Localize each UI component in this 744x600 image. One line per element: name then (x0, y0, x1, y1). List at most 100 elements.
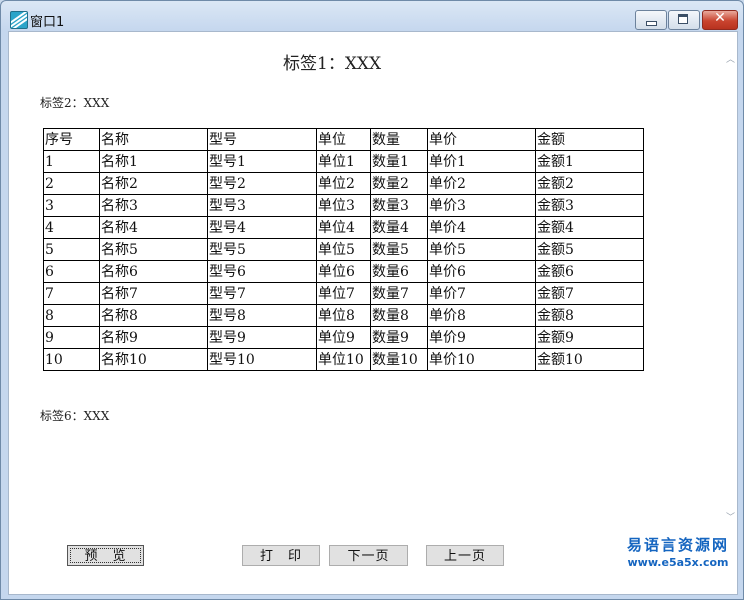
site-watermark: 易语言资源网 www.e5a5x.com (623, 534, 733, 569)
table-cell: 单位8 (316, 304, 371, 327)
table-cell: 7 (43, 282, 100, 305)
table-cell: 名称3 (99, 194, 208, 217)
vertical-scrollbar[interactable]: ︿ ﹀ (723, 48, 737, 528)
table-cell: 数量2 (370, 172, 428, 195)
table-cell: 单位10 (316, 348, 371, 371)
column-header: 单位 (316, 128, 371, 151)
table-cell: 金额4 (535, 216, 644, 239)
table-cell: 金额6 (535, 260, 644, 283)
table-cell: 数量7 (370, 282, 428, 305)
table-cell: 型号6 (207, 260, 317, 283)
table-cell: 名称1 (99, 150, 208, 173)
app-icon (10, 11, 28, 29)
table-row: 4 名称4 型号4 单位4 数量4 单价4 金额4 (43, 216, 644, 239)
table-cell: 单位2 (316, 172, 371, 195)
column-header: 型号 (207, 128, 317, 151)
table-cell: 名称7 (99, 282, 208, 305)
table-cell: 5 (43, 238, 100, 261)
table-cell: 数量5 (370, 238, 428, 261)
table-cell: 单位7 (316, 282, 371, 305)
scroll-down-icon[interactable]: ﹀ (726, 510, 735, 523)
table-cell: 单位3 (316, 194, 371, 217)
table-cell: 型号4 (207, 216, 317, 239)
table-cell: 单价8 (427, 304, 536, 327)
title-bar[interactable]: 窗口1 ✕ (1, 1, 743, 31)
table-cell: 数量3 (370, 194, 428, 217)
table-cell: 金额5 (535, 238, 644, 261)
table-cell: 单价4 (427, 216, 536, 239)
table-cell: 单价10 (427, 348, 536, 371)
maximize-button[interactable] (668, 10, 700, 30)
column-header: 数量 (370, 128, 428, 151)
scroll-up-icon[interactable]: ︿ (726, 52, 735, 65)
table-cell: 单价7 (427, 282, 536, 305)
table-cell: 型号3 (207, 194, 317, 217)
column-header: 金额 (535, 128, 644, 151)
table-cell: 型号5 (207, 238, 317, 261)
table-cell: 10 (43, 348, 100, 371)
table-cell: 数量9 (370, 326, 428, 349)
table-row: 8 名称8 型号8 单位8 数量8 单价8 金额8 (43, 304, 644, 327)
minimize-button[interactable] (635, 10, 667, 30)
table-cell: 4 (43, 216, 100, 239)
table-cell: 名称10 (99, 348, 208, 371)
table-cell: 1 (43, 150, 100, 173)
column-header: 序号 (43, 128, 100, 151)
table-row: 6 名称6 型号6 单位6 数量6 单价6 金额6 (43, 260, 644, 283)
table-cell: 型号9 (207, 326, 317, 349)
app-window: 窗口1 ✕ 标签1：XXX 标签2：XXX 序号 名称 型号 单位 数量 单价 金额 1 名称1… (0, 0, 744, 600)
table-cell: 单价3 (427, 194, 536, 217)
table-cell: 金额10 (535, 348, 644, 371)
column-header: 名称 (99, 128, 208, 151)
table-cell: 单位1 (316, 150, 371, 173)
table-cell: 单价2 (427, 172, 536, 195)
table-cell: 3 (43, 194, 100, 217)
label-6: 标签6：XXX (40, 409, 110, 423)
table-cell: 数量1 (370, 150, 428, 173)
table-cell: 金额7 (535, 282, 644, 305)
table-cell: 名称9 (99, 326, 208, 349)
preview-button[interactable]: 预 览 (67, 545, 144, 566)
close-icon: ✕ (714, 10, 726, 26)
table-cell: 型号10 (207, 348, 317, 371)
table-cell: 6 (43, 260, 100, 283)
table-row: 3 名称3 型号3 单位3 数量3 单价3 金额3 (43, 194, 644, 217)
table-cell: 金额9 (535, 326, 644, 349)
report-title: 标签1：XXX (283, 54, 382, 74)
table-cell: 名称2 (99, 172, 208, 195)
table-row: 9 名称9 型号9 单位9 数量9 单价9 金额9 (43, 326, 644, 349)
print-button[interactable]: 打 印 (242, 545, 320, 566)
table-cell: 单位9 (316, 326, 371, 349)
minimize-icon (646, 21, 657, 26)
table-cell: 单位4 (316, 216, 371, 239)
table-cell: 数量8 (370, 304, 428, 327)
table-row: 1 名称1 型号1 单位1 数量1 单价1 金额1 (43, 150, 644, 173)
table-cell: 单位6 (316, 260, 371, 283)
table-cell: 单价6 (427, 260, 536, 283)
maximize-icon (678, 14, 688, 24)
table-cell: 型号1 (207, 150, 317, 173)
table-header-row: 序号 名称 型号 单位 数量 单价 金额 (43, 128, 644, 151)
table-cell: 单价1 (427, 150, 536, 173)
table-cell: 型号2 (207, 172, 317, 195)
report-table: 序号 名称 型号 单位 数量 单价 金额 1 名称1 型号1 单位1 数量1 单价1 金额1 2 名称2 型号2… (43, 128, 644, 371)
table-row: 10 名称10 型号10 单位10 数量10 单价10 金额10 (43, 348, 644, 371)
close-button[interactable]: ✕ (702, 10, 738, 30)
table-cell: 名称5 (99, 238, 208, 261)
watermark-name: 易语言资源网 (626, 536, 729, 554)
table-row: 2 名称2 型号2 单位2 数量2 单价2 金额2 (43, 172, 644, 195)
table-row: 7 名称7 型号7 单位7 数量7 单价7 金额7 (43, 282, 644, 305)
table-cell: 单价9 (427, 326, 536, 349)
table-cell: 数量4 (370, 216, 428, 239)
table-cell: 2 (43, 172, 100, 195)
next-page-button[interactable]: 下一页 (329, 545, 408, 566)
table-cell: 金额1 (535, 150, 644, 173)
table-cell: 金额8 (535, 304, 644, 327)
table-cell: 名称6 (99, 260, 208, 283)
table-cell: 名称4 (99, 216, 208, 239)
watermark-url: www.e5a5x.com (627, 556, 729, 569)
table-cell: 9 (43, 326, 100, 349)
table-cell: 数量6 (370, 260, 428, 283)
column-header: 单价 (427, 128, 536, 151)
previous-page-button[interactable]: 上一页 (426, 545, 504, 566)
